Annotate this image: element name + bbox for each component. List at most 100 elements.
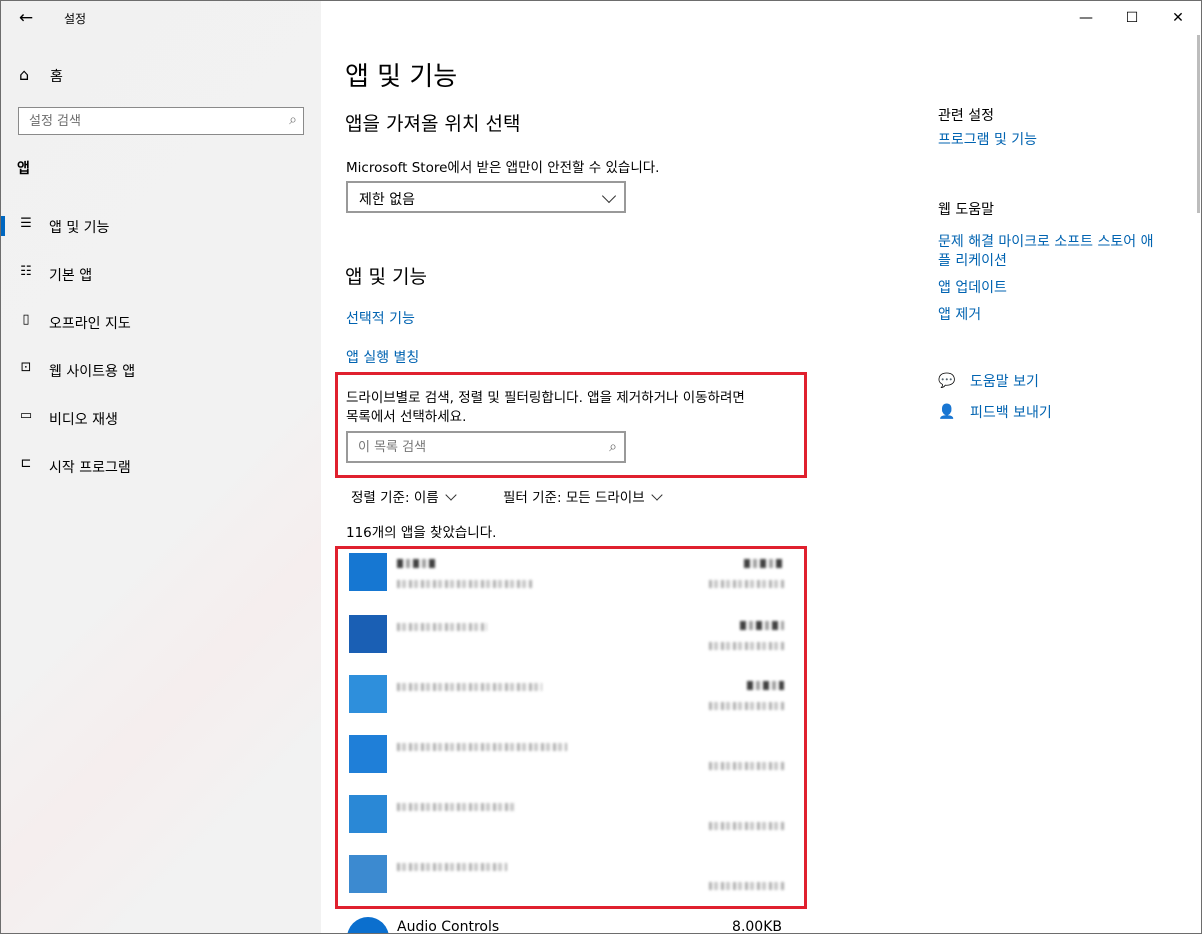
app-list-search-input[interactable] — [348, 433, 588, 461]
offline-maps-icon: ▯ — [22, 312, 30, 327]
app-icon — [349, 615, 387, 653]
redacted-text — [709, 642, 784, 650]
apps-section-title: 앱 및 기능 — [345, 266, 427, 288]
back-arrow-icon: ← — [18, 8, 34, 28]
sidebar-item-default-apps[interactable]: ☷ 기본 앱 — [1, 254, 321, 294]
app-count: 116개의 앱을 찾았습니다. — [346, 525, 497, 541]
optional-features-link[interactable]: 선택적 기능 — [346, 308, 415, 328]
app-icon — [349, 553, 387, 591]
search-description-line2: 목록에서 선택하세요. — [346, 409, 467, 425]
settings-search-input[interactable] — [19, 108, 269, 134]
install-section-title: 앱을 가져올 위치 선택 — [345, 113, 521, 135]
close-icon: ✕ — [1172, 10, 1184, 26]
help-link-app-remove[interactable]: 앱 제거 — [938, 306, 981, 325]
redacted-text — [397, 559, 437, 568]
page-title: 앱 및 기능 — [345, 62, 458, 92]
redacted-text — [709, 580, 784, 588]
minimize-icon: — — [1079, 10, 1093, 26]
dropdown-value: 제한 없음 — [359, 192, 415, 208]
sidebar-item-label: 웹 사이트용 앱 — [49, 364, 136, 380]
help-link-store-troubleshoot[interactable]: 문제 해결 마이크로 소프트 스토어 애 플 리케이션 — [938, 233, 1153, 271]
minimize-button[interactable]: — — [1063, 1, 1109, 35]
video-playback-icon: ▭ — [19, 408, 33, 423]
title-bar: ← 설정 — [1, 1, 321, 35]
app-list-search[interactable]: ⌕ — [346, 431, 626, 463]
maximize-icon: ☐ — [1125, 10, 1139, 26]
apps-for-websites-icon: ⊡ — [20, 360, 32, 375]
filter-label: 필터 기준: — [503, 490, 562, 506]
startup-icon: ⊏ — [20, 456, 32, 471]
redacted-text — [747, 681, 784, 690]
active-indicator — [1, 216, 5, 236]
app-list-item[interactable] — [347, 671, 792, 727]
sidebar-item-label: 기본 앱 — [49, 268, 93, 284]
redacted-text — [740, 621, 784, 630]
install-description: Microsoft Store에서 받은 앱만이 안전할 수 있습니다. — [346, 160, 660, 176]
redacted-text — [397, 623, 487, 631]
web-help-title: 웹 도움말 — [938, 202, 994, 218]
app-aliases-link[interactable]: 앱 실행 별칭 — [346, 347, 419, 367]
app-name: Audio Controls — [397, 919, 500, 934]
filter-dropdown[interactable]: 필터 기준: 모든 드라이브 — [503, 486, 663, 506]
sidebar-item-label: 시작 프로그램 — [49, 460, 131, 476]
app-list-item[interactable] — [347, 791, 792, 847]
maximize-button[interactable]: ☐ — [1109, 1, 1155, 35]
feedback-icon: 👤 — [938, 404, 956, 420]
scrollbar[interactable] — [1197, 35, 1200, 213]
app-icon — [349, 795, 387, 833]
redacted-text — [709, 882, 784, 890]
app-icon — [349, 675, 387, 713]
app-list-item[interactable] — [347, 549, 792, 605]
back-button[interactable]: ← — [15, 7, 37, 29]
default-apps-icon: ☷ — [20, 264, 32, 279]
sort-value: 이름 — [413, 490, 439, 506]
sidebar-category: 앱 — [17, 161, 30, 177]
window-title: 설정 — [64, 12, 87, 26]
help-link-line: 플 리케이션 — [938, 253, 1007, 269]
app-size: 8.00KB — [732, 919, 782, 934]
redacted-text — [397, 803, 517, 811]
search-description-line1: 드라이브별로 검색, 정렬 및 필터링합니다. 앱을 제거하거나 이동하려면 — [346, 390, 745, 406]
sidebar: ← 설정 ⌂ 홈 ⌕ 앱 ☰ 앱 및 기능 ☷ 기본 앱 ▯ 오프라인 지도 ⊡… — [1, 1, 321, 933]
redacted-text — [397, 743, 567, 751]
app-list-item[interactable] — [347, 731, 792, 787]
redacted-text — [397, 580, 532, 588]
redacted-text — [397, 683, 542, 691]
search-icon: ⌕ — [289, 112, 297, 128]
filter-value: 모든 드라이브 — [565, 490, 645, 506]
redacted-text — [397, 863, 507, 871]
get-help-icon: 💬 — [938, 373, 956, 389]
redacted-text — [744, 559, 784, 568]
hp-logo-icon — [347, 917, 389, 933]
close-button[interactable]: ✕ — [1155, 1, 1201, 35]
app-list-item-audio-controls[interactable]: Audio Controls 8.00KB — [347, 911, 792, 934]
redacted-text — [709, 702, 784, 710]
apps-features-icon: ☰ — [20, 216, 32, 231]
sidebar-item-offline-maps[interactable]: ▯ 오프라인 지도 — [1, 302, 321, 342]
install-source-dropdown[interactable]: 제한 없음 — [346, 181, 626, 213]
sidebar-item-apps-features[interactable]: ☰ 앱 및 기능 — [1, 206, 321, 246]
sidebar-item-video-playback[interactable]: ▭ 비디오 재생 — [1, 398, 321, 438]
sidebar-item-startup[interactable]: ⊏ 시작 프로그램 — [1, 446, 321, 486]
sidebar-item-label: 오프라인 지도 — [49, 316, 131, 332]
programs-features-link[interactable]: 프로그램 및 기능 — [938, 131, 1037, 150]
chevron-down-icon — [445, 489, 457, 501]
sidebar-item-home[interactable]: ⌂ 홈 — [1, 61, 321, 89]
redacted-text — [709, 822, 784, 830]
app-list-item[interactable] — [347, 611, 792, 667]
help-link-line: 문제 해결 마이크로 소프트 스토어 애 — [938, 234, 1154, 250]
related-settings-title: 관련 설정 — [938, 108, 994, 124]
sidebar-item-apps-for-websites[interactable]: ⊡ 웹 사이트용 앱 — [1, 350, 321, 390]
get-help-link[interactable]: 도움말 보기 — [970, 373, 1039, 392]
app-icon — [349, 735, 387, 773]
sort-label: 정렬 기준: — [351, 490, 410, 506]
sidebar-item-label: 비디오 재생 — [49, 412, 118, 428]
search-icon: ⌕ — [609, 439, 617, 455]
sidebar-item-label: 앱 및 기능 — [49, 220, 110, 236]
app-list-item[interactable] — [347, 851, 792, 907]
help-link-app-update[interactable]: 앱 업데이트 — [938, 279, 1007, 298]
settings-search[interactable]: ⌕ — [18, 107, 304, 135]
sort-dropdown[interactable]: 정렬 기준: 이름 — [351, 486, 457, 506]
chevron-down-icon — [650, 489, 663, 501]
feedback-link[interactable]: 피드백 보내기 — [970, 404, 1052, 423]
